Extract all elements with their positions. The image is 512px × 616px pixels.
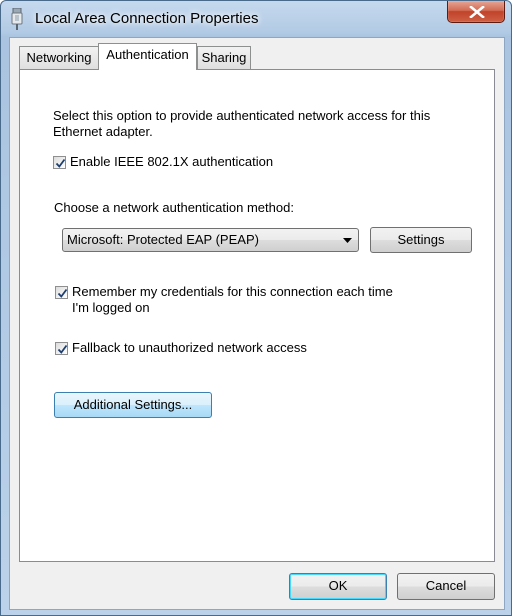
fallback-label[interactable]: Fallback to unauthorized network access [72,340,307,356]
title-bar[interactable]: Local Area Connection Properties [1,1,511,37]
authentication-method-select[interactable]: Microsoft: Protected EAP (PEAP) [62,228,359,252]
network-adapter-icon [10,7,24,30]
close-button[interactable] [447,1,505,23]
fallback-checkbox[interactable] [55,342,68,355]
tab-networking[interactable]: Networking [19,46,99,70]
method-prompt-label: Choose a network authentication method: [54,200,294,215]
settings-button[interactable]: Settings [370,227,472,253]
checkmark-icon [57,344,68,354]
cancel-button[interactable]: Cancel [397,573,495,600]
tab-networking-label: Networking [26,50,92,65]
additional-settings-button[interactable]: Additional Settings... [54,392,212,418]
checkmark-icon [57,288,68,298]
remember-credentials-label-line-2[interactable]: I'm logged on [72,300,150,316]
tab-sharing-label: Sharing [201,50,247,65]
enable-8021x-checkbox[interactable] [53,156,66,169]
enable-8021x-label[interactable]: Enable IEEE 802.1X authentication [70,154,273,170]
window-title: Local Area Connection Properties [35,10,259,27]
description-text-line-2: Ethernet adapter. [53,124,153,139]
remember-credentials-label-line-1[interactable]: Remember my credentials for this connect… [72,284,393,300]
tab-authentication[interactable]: Authentication [98,43,197,70]
authentication-method-value: Microsoft: Protected EAP (PEAP) [67,232,259,247]
description-text-line-1: Select this option to provide authentica… [53,108,431,123]
chevron-down-icon [343,238,352,243]
tab-sharing[interactable]: Sharing [197,46,251,70]
remember-credentials-checkbox[interactable] [55,286,68,299]
tab-authentication-label: Authentication [106,47,189,62]
dialog-client-area: Networking Authentication Sharing Select… [9,37,505,610]
cancel-button-label: Cancel [425,578,467,593]
ok-button[interactable]: OK [289,573,387,600]
checkmark-icon [55,158,66,168]
settings-button-label: Settings [397,232,445,247]
authentication-panel: Select this option to provide authentica… [19,69,495,562]
close-icon [469,6,485,18]
ok-button-label: OK [328,578,348,593]
additional-settings-button-label: Additional Settings... [73,397,193,412]
properties-window: Local Area Connection Properties Network… [0,0,512,616]
